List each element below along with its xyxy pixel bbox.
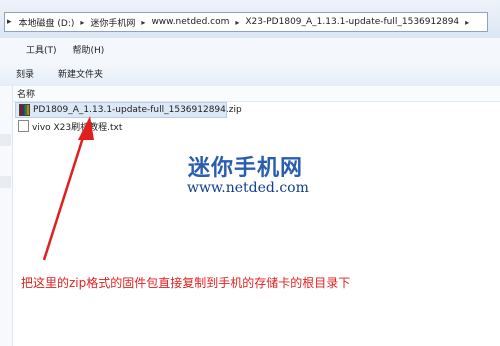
instruction-annotation: 把这里的zip格式的固件包直接复制到手机的存储卡的根目录下: [21, 276, 351, 290]
red-arrow-icon: [42, 116, 94, 261]
